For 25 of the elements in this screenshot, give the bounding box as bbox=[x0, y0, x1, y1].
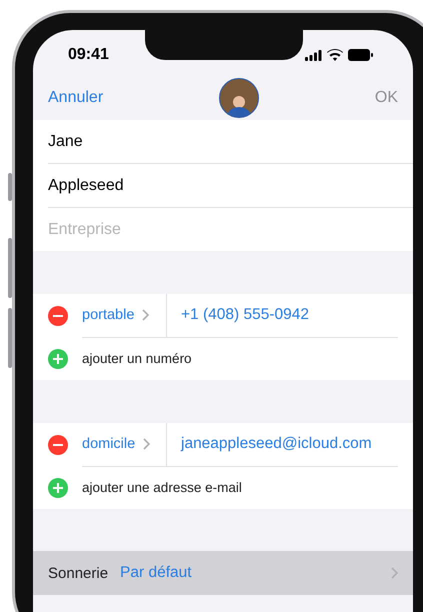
chevron-icon bbox=[143, 438, 150, 450]
add-label[interactable]: ajouter une adresse e-mail bbox=[82, 480, 242, 495]
add-label[interactable]: ajouter un numéro bbox=[82, 351, 192, 366]
signal-icon bbox=[305, 50, 322, 60]
battery-icon bbox=[348, 49, 373, 61]
wifi-icon bbox=[327, 49, 343, 61]
avatar[interactable] bbox=[219, 78, 260, 118]
add-icon[interactable] bbox=[48, 348, 68, 368]
label-selector[interactable]: domicile bbox=[82, 422, 167, 466]
chevron-icon bbox=[391, 567, 398, 579]
label-selector[interactable]: portable bbox=[82, 294, 167, 336]
field-value[interactable]: janeappleseed@icloud.com bbox=[181, 435, 372, 453]
remove-icon[interactable] bbox=[48, 306, 68, 326]
field-value[interactable]: +1 (408) 555-0942 bbox=[181, 306, 309, 324]
ringtone-value: Par défaut bbox=[120, 564, 193, 582]
cancel-button[interactable]: Annuler bbox=[48, 89, 104, 107]
ringtone-label: Sonnerie bbox=[48, 564, 108, 582]
ringtone-row[interactable]: Sonnerie Par défaut bbox=[33, 551, 413, 595]
text-field[interactable]: Entreprise bbox=[48, 220, 398, 238]
remove-icon[interactable] bbox=[48, 434, 68, 454]
text-field[interactable]: Appleseed bbox=[48, 176, 398, 194]
text-field[interactable]: Jane bbox=[48, 132, 398, 150]
chevron-icon bbox=[142, 309, 150, 321]
add-icon[interactable] bbox=[48, 478, 68, 498]
status-time: 09:41 bbox=[68, 46, 109, 64]
